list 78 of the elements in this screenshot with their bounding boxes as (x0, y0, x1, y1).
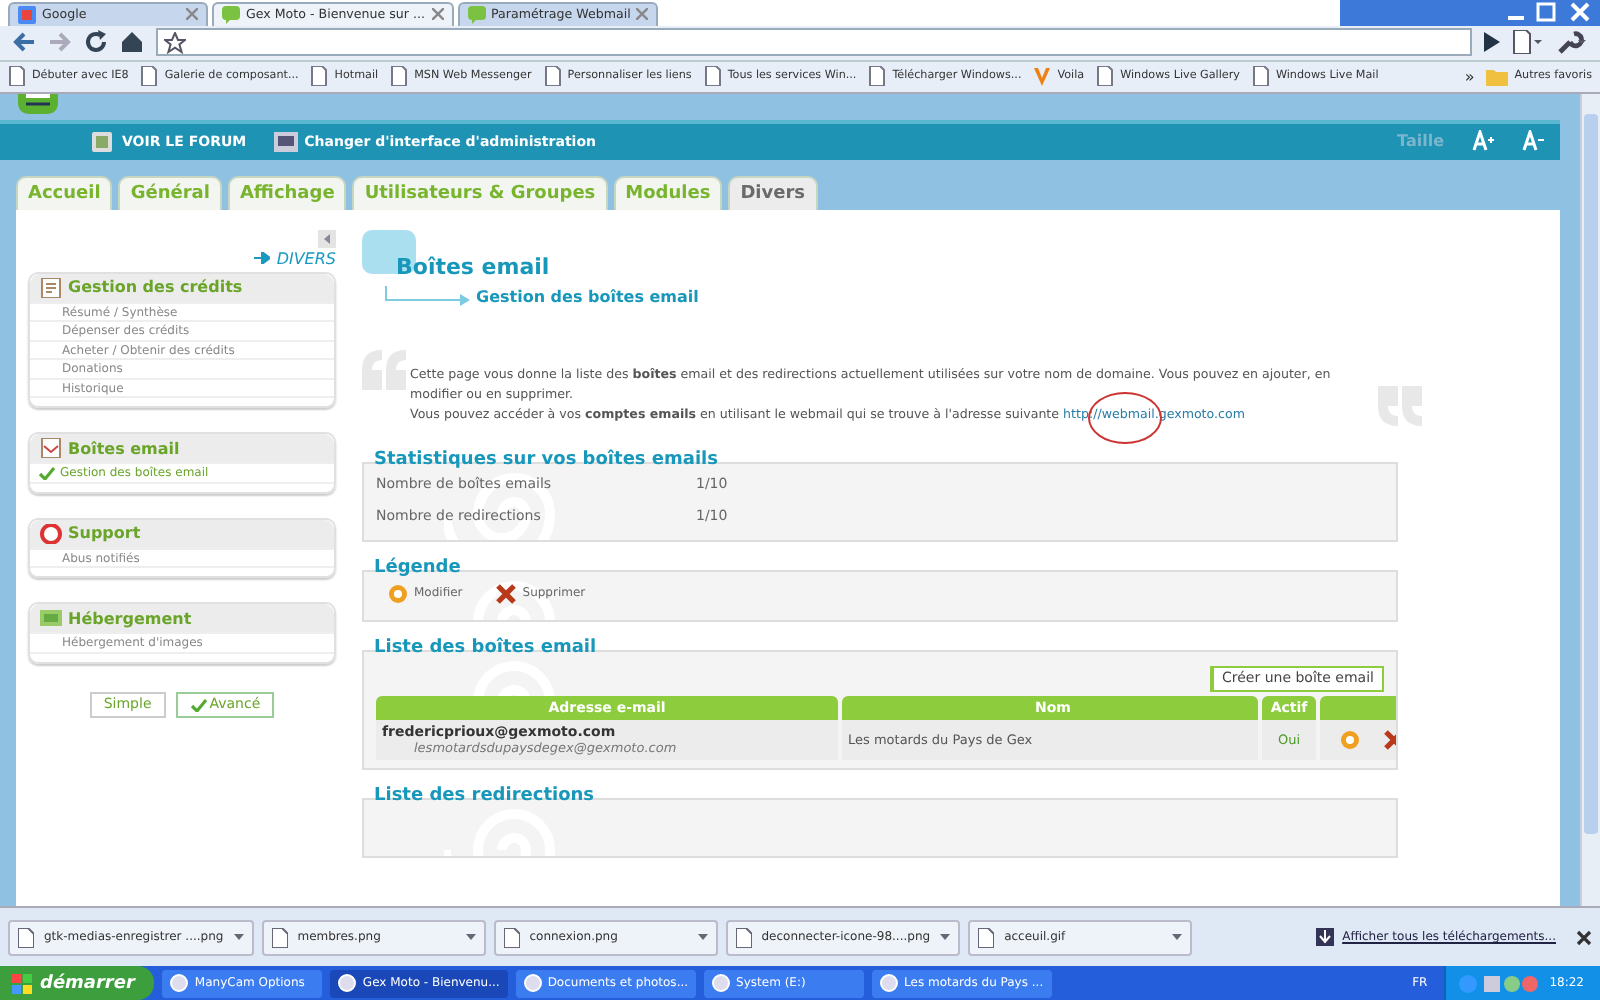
nav-tab[interactable]: Divers (728, 175, 818, 210)
edit-icon (388, 583, 408, 604)
minimize-icon (1508, 15, 1524, 20)
download-icon (1316, 928, 1335, 947)
size-label: Taille (1397, 132, 1444, 151)
page-icon (140, 66, 159, 87)
reload-icon[interactable] (84, 30, 108, 55)
close-icon (431, 8, 444, 21)
app-icon (170, 974, 189, 992)
page-title: Boîtes email (396, 253, 552, 280)
page-icon (390, 66, 409, 87)
file-icon (978, 927, 995, 948)
arrow-icon (254, 252, 271, 265)
app-icon (338, 974, 357, 992)
section-heading: Liste des boîtes email (372, 637, 599, 658)
back-arrow-icon[interactable] (12, 32, 36, 53)
close-icon[interactable] (1576, 929, 1592, 946)
dropdown-caret-icon (465, 934, 476, 941)
close-icon (1568, 2, 1592, 23)
start-button[interactable]: démarrer (0, 966, 155, 1000)
dropdown-caret-icon (940, 934, 951, 941)
document-icon (40, 277, 62, 298)
close-icon (636, 8, 649, 21)
bent-arrow-icon (384, 285, 472, 310)
app-icon (523, 974, 542, 992)
folder-icon (1486, 67, 1509, 86)
page-icon (1251, 66, 1270, 87)
dropdown-caret-icon (1172, 934, 1183, 941)
menu-heading: Hébergement (68, 609, 192, 628)
font-smaller-icon[interactable] (1522, 130, 1544, 153)
menu-heading: Boîtes email (68, 439, 180, 458)
file-icon (503, 927, 520, 948)
dropdown-caret-icon (233, 934, 244, 941)
more-bookmarks-chevron[interactable]: » (1464, 67, 1475, 86)
menu-heading: Support (68, 524, 141, 543)
wrench-icon[interactable] (1556, 30, 1588, 55)
document-icon (40, 438, 62, 459)
page-icon (8, 66, 26, 87)
play-icon[interactable] (1484, 32, 1500, 53)
star-icon (164, 31, 186, 54)
windows-logo-icon (12, 973, 32, 993)
google-icon (18, 5, 36, 24)
column-header (1320, 695, 1396, 720)
font-larger-icon[interactable] (1472, 130, 1494, 153)
v-logo-icon (1033, 66, 1052, 87)
cross-icon (496, 583, 517, 604)
file-icon (18, 927, 34, 948)
menu-heading: Gestion des crédits (68, 278, 243, 297)
section-heading: Liste des redirections (372, 785, 597, 806)
monitor-icon (274, 131, 299, 152)
page-subtitle: Gestion des boîtes email (476, 288, 699, 307)
page-menu-icon[interactable] (1512, 30, 1544, 55)
maximize-icon (1534, 2, 1558, 23)
page-icon (1096, 66, 1115, 87)
page-icon (703, 66, 722, 87)
speech-bubble-icon (467, 5, 486, 24)
file-icon (735, 927, 752, 948)
app-icon (712, 974, 731, 992)
file-icon (271, 927, 288, 948)
section-link[interactable]: DIVERS (254, 249, 336, 268)
monster-logo-icon (16, 93, 60, 114)
page-icon (868, 66, 887, 87)
page-icon (310, 66, 329, 87)
lifebuoy-icon (40, 523, 62, 544)
section-heading: Légende (372, 557, 463, 578)
check-icon (189, 697, 208, 712)
address-bar[interactable] (156, 28, 1472, 57)
scrollbar[interactable] (1580, 93, 1600, 907)
close-icon (186, 8, 198, 21)
speech-bubble-icon (222, 5, 240, 24)
section-heading: Statistiques sur vos boîtes emails (372, 449, 720, 470)
dropdown-caret-icon (697, 934, 708, 941)
tray-icons-drawing (1457, 973, 1538, 993)
app-icon (880, 974, 899, 992)
page-icon (543, 66, 562, 87)
collapse-icon[interactable] (318, 229, 336, 248)
home-icon[interactable] (120, 30, 144, 55)
check-icon (38, 466, 56, 481)
